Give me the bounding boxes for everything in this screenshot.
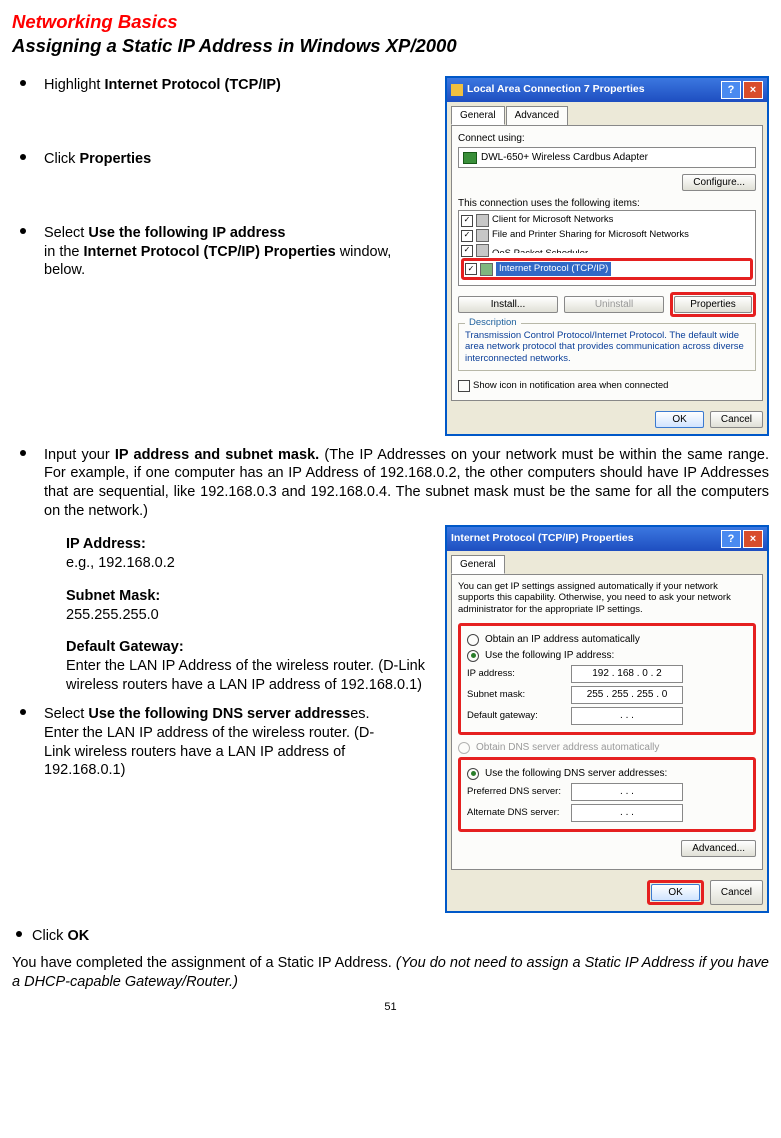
radio-use-ip[interactable] (467, 650, 479, 662)
description-legend: Description (465, 317, 521, 329)
radio-obtain-dns (458, 742, 470, 754)
item-client: Client for Microsoft Networks (492, 214, 613, 226)
lan-properties-window: Local Area Connection 7 Properties ? × G… (445, 76, 769, 436)
text: You have completed the assignment of a S… (12, 955, 396, 971)
text-bold: Properties (79, 151, 151, 167)
bullet-click-ok: Click OK (12, 927, 769, 946)
ip-address-example: e.g., 192.168.0.2 (66, 554, 425, 573)
item-file-print: File and Printer Sharing for Microsoft N… (492, 229, 689, 241)
text-bold: Use the following IP address (88, 225, 285, 241)
page-subtitle: Assigning a Static IP Address in Windows… (12, 34, 769, 58)
text: Click (44, 151, 79, 167)
page-number: 51 (12, 1000, 769, 1014)
text-bold: OK (67, 928, 89, 944)
items-listbox[interactable]: ✓ Client for Microsoft Networks ✓ File and… (458, 210, 756, 286)
client-icon (476, 214, 489, 227)
titlebar: Local Area Connection 7 Properties ? × (447, 78, 767, 102)
text: Select (44, 706, 88, 722)
input-default-gateway[interactable]: . . . (571, 707, 683, 725)
default-gateway-text: Enter the LAN IP Address of the wireless… (66, 657, 425, 695)
label-preferred-dns: Preferred DNS server: (467, 786, 565, 798)
item-tcpip[interactable]: Internet Protocol (TCP/IP) (496, 262, 611, 276)
uninstall-button: Uninstall (564, 296, 664, 313)
text-bold: Internet Protocol (TCP/IP) (104, 77, 280, 93)
tab-general[interactable]: General (451, 106, 505, 125)
label-subnet-mask: Subnet mask: (467, 689, 565, 701)
qos-icon (476, 244, 489, 257)
page-title: Networking Basics (12, 10, 769, 34)
label-connect-using: Connect using: (458, 132, 756, 145)
window-title: Internet Protocol (TCP/IP) Properties (451, 532, 719, 546)
checkbox-icon[interactable]: ✓ (461, 245, 473, 257)
label-ip-address: IP address: (467, 668, 565, 680)
ip-address-heading: IP Address: (66, 535, 425, 554)
window-title: Local Area Connection 7 Properties (467, 83, 719, 97)
closing-text: You have completed the assignment of a S… (12, 954, 769, 992)
adapter-name: DWL-650+ Wireless Cardbus Adapter (481, 151, 648, 164)
install-button[interactable]: Install... (458, 296, 558, 313)
tab-advanced[interactable]: Advanced (506, 106, 568, 125)
text-bold: IP address and subnet mask. (115, 447, 319, 463)
close-button[interactable]: × (743, 81, 763, 99)
default-gateway-heading: Default Gateway: (66, 638, 425, 657)
checkbox-show-icon[interactable] (458, 380, 470, 392)
help-button[interactable]: ? (721, 81, 741, 99)
text: Input your (44, 447, 115, 463)
text: Enter the LAN IP address of the wireless… (44, 725, 374, 779)
configure-button[interactable]: Configure... (682, 174, 756, 191)
network-adapter-icon (463, 152, 477, 164)
bullet-click-properties: Click Properties (12, 150, 425, 169)
checkbox-icon[interactable]: ✓ (461, 230, 473, 242)
bullet-use-following-ip: Select Use the following IP address in t… (12, 224, 425, 281)
checkbox-icon[interactable]: ✓ (461, 215, 473, 227)
radio-obtain-ip[interactable] (467, 634, 479, 646)
text: Click (32, 928, 67, 944)
input-ip-address[interactable]: 192 . 168 . 0 . 2 (571, 665, 683, 683)
bullet-input-ip: Input your IP address and subnet mask. (… (12, 446, 769, 521)
label-use-dns: Use the following DNS server addresses: (485, 767, 667, 780)
ok-button[interactable]: OK (651, 884, 699, 901)
advanced-button[interactable]: Advanced... (681, 840, 756, 857)
help-button[interactable]: ? (721, 530, 741, 548)
titlebar: Internet Protocol (TCP/IP) Properties ? … (447, 527, 767, 551)
label-show-icon: Show icon in notification area when conn… (473, 380, 668, 392)
text: Select (44, 225, 88, 241)
text-bold: Internet Protocol (TCP/IP) Properties (84, 244, 336, 260)
close-button[interactable]: × (743, 530, 763, 548)
label-default-gateway: Default gateway: (467, 710, 565, 722)
adapter-field: DWL-650+ Wireless Cardbus Adapter (458, 147, 756, 168)
fp-icon (476, 229, 489, 242)
intro-text: You can get IP settings assigned automat… (458, 581, 756, 615)
label-use-ip: Use the following IP address: (485, 649, 614, 662)
label-uses-items: This connection uses the following items… (458, 197, 756, 210)
label-obtain-dns: Obtain DNS server address automatically (476, 741, 659, 754)
subnet-mask-value: 255.255.255.0 (66, 606, 425, 625)
cancel-button[interactable]: Cancel (710, 411, 763, 428)
input-alternate-dns[interactable]: . . . (571, 804, 683, 822)
tcp-icon (480, 263, 493, 276)
text: es. (350, 706, 369, 722)
properties-button[interactable]: Properties (674, 296, 752, 313)
bullet-highlight: Highlight Internet Protocol (TCP/IP) (12, 76, 425, 95)
text-bold: Use the following DNS server address (88, 706, 350, 722)
cancel-button[interactable]: Cancel (710, 880, 763, 905)
description-text: Transmission Control Protocol/Internet P… (465, 330, 749, 364)
text: Highlight (44, 77, 104, 93)
tcpip-properties-window: Internet Protocol (TCP/IP) Properties ? … (445, 525, 769, 913)
subnet-mask-heading: Subnet Mask: (66, 587, 425, 606)
input-preferred-dns[interactable]: . . . (571, 783, 683, 801)
window-icon (451, 84, 463, 96)
input-subnet-mask[interactable]: 255 . 255 . 255 . 0 (571, 686, 683, 704)
checkbox-icon[interactable]: ✓ (465, 263, 477, 275)
tab-general[interactable]: General (451, 555, 505, 574)
label-obtain-ip: Obtain an IP address automatically (485, 633, 640, 646)
text: in the (44, 244, 84, 260)
bullet-use-dns: Select Use the following DNS server addr… (12, 705, 425, 780)
radio-use-dns[interactable] (467, 768, 479, 780)
label-alternate-dns: Alternate DNS server: (467, 807, 565, 819)
ok-button[interactable]: OK (655, 411, 703, 428)
item-qos: QoS Packet Scheduler (492, 248, 588, 253)
